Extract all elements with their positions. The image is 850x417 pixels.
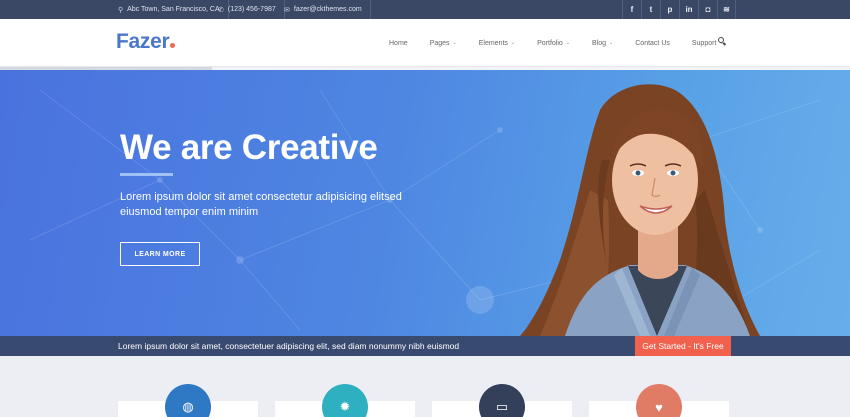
chevron-down-icon: ⌄	[609, 40, 614, 46]
instagram-icon[interactable]: ◘	[698, 0, 717, 19]
rss-icon[interactable]: ≋	[717, 0, 736, 19]
woman-portrait-image	[520, 84, 760, 336]
nav-item-blog[interactable]: Blog ⌄	[592, 40, 613, 47]
hero-divider	[120, 173, 173, 176]
heart-icon: ♥	[636, 384, 682, 417]
chevron-down-icon: ⌄	[510, 40, 516, 46]
nav-item-pages[interactable]: Pages ⌄	[430, 40, 457, 47]
nav-item-label: Home	[389, 39, 408, 47]
hero-title: We are Creative	[120, 128, 378, 167]
facebook-icon[interactable]: f	[622, 0, 641, 19]
pinterest-icon[interactable]: p	[660, 0, 679, 19]
top-info-bar: ⚲ Abc Town, San Francisco, CA ✆ (123) 45…	[0, 0, 850, 19]
chevron-down-icon: ⌄	[565, 40, 571, 46]
nav-item-label: Pages	[429, 39, 450, 47]
main-menu: Home Pages ⌄ Elements ⌄ Portfolio ⌄ Blog ⌄ Contac…	[389, 19, 746, 67]
phone-info[interactable]: ✆ (123) 456-7987	[210, 0, 285, 19]
chevron-down-icon: ⌄	[452, 40, 457, 46]
nav-item-label: Elements	[478, 39, 508, 47]
get-started-button[interactable]: Get Started - It's Free	[635, 336, 731, 356]
globe-icon: ◍	[165, 384, 211, 417]
site-logo[interactable]: Fazer	[116, 30, 176, 54]
learn-more-button[interactable]: LEARN MORE	[120, 242, 200, 266]
nav-item-label: Blog	[592, 39, 607, 47]
nav-item-home[interactable]: Home	[389, 40, 408, 47]
email-text: fazer@ckthemes.com	[293, 6, 362, 13]
phone-text: (123) 456-7987	[227, 6, 276, 13]
linkedin-icon[interactable]: in	[679, 0, 698, 19]
nav-item-label: Support	[691, 39, 717, 47]
gear-icon: ✹	[322, 384, 368, 417]
nav-item-contact-us[interactable]: Contact Us	[635, 40, 670, 47]
twitter-icon[interactable]: t	[641, 0, 660, 19]
hero-description: Lorem ipsum dolor sit amet consectetur a…	[120, 191, 402, 218]
hero-banner: We are Creative Lorem ipsum dolor sit am…	[0, 70, 850, 336]
cta-strip: Lorem ipsum dolor sit amet, consectetuer…	[0, 336, 850, 356]
address-text: Abc Town, San Francisco, CA	[127, 6, 220, 13]
nav-item-label: Contact Us	[635, 39, 670, 47]
nav-item-elements[interactable]: Elements ⌄	[479, 40, 515, 47]
email-info[interactable]: ✉ fazer@ckthemes.com	[276, 0, 371, 19]
main-navbar: Fazer Home Pages ⌄ Elements ⌄ Portfolio ⌄ Blog ⌄…	[0, 19, 850, 67]
phone-icon: ✆	[218, 6, 224, 14]
envelope-icon: ✉	[284, 6, 290, 14]
laptop-icon: ▭	[479, 384, 525, 417]
cta-strip-text: Lorem ipsum dolor sit amet, consectetuer…	[118, 341, 460, 351]
search-icon[interactable]	[718, 37, 728, 47]
features-section: ◍ ✹ ▭ ♥	[0, 356, 850, 417]
social-links: f t p in ◘ ≋	[622, 0, 736, 19]
nav-item-portfolio[interactable]: Portfolio ⌄	[537, 40, 570, 47]
map-pin-icon: ⚲	[118, 6, 124, 14]
nav-item-label: Portfolio	[537, 39, 563, 47]
